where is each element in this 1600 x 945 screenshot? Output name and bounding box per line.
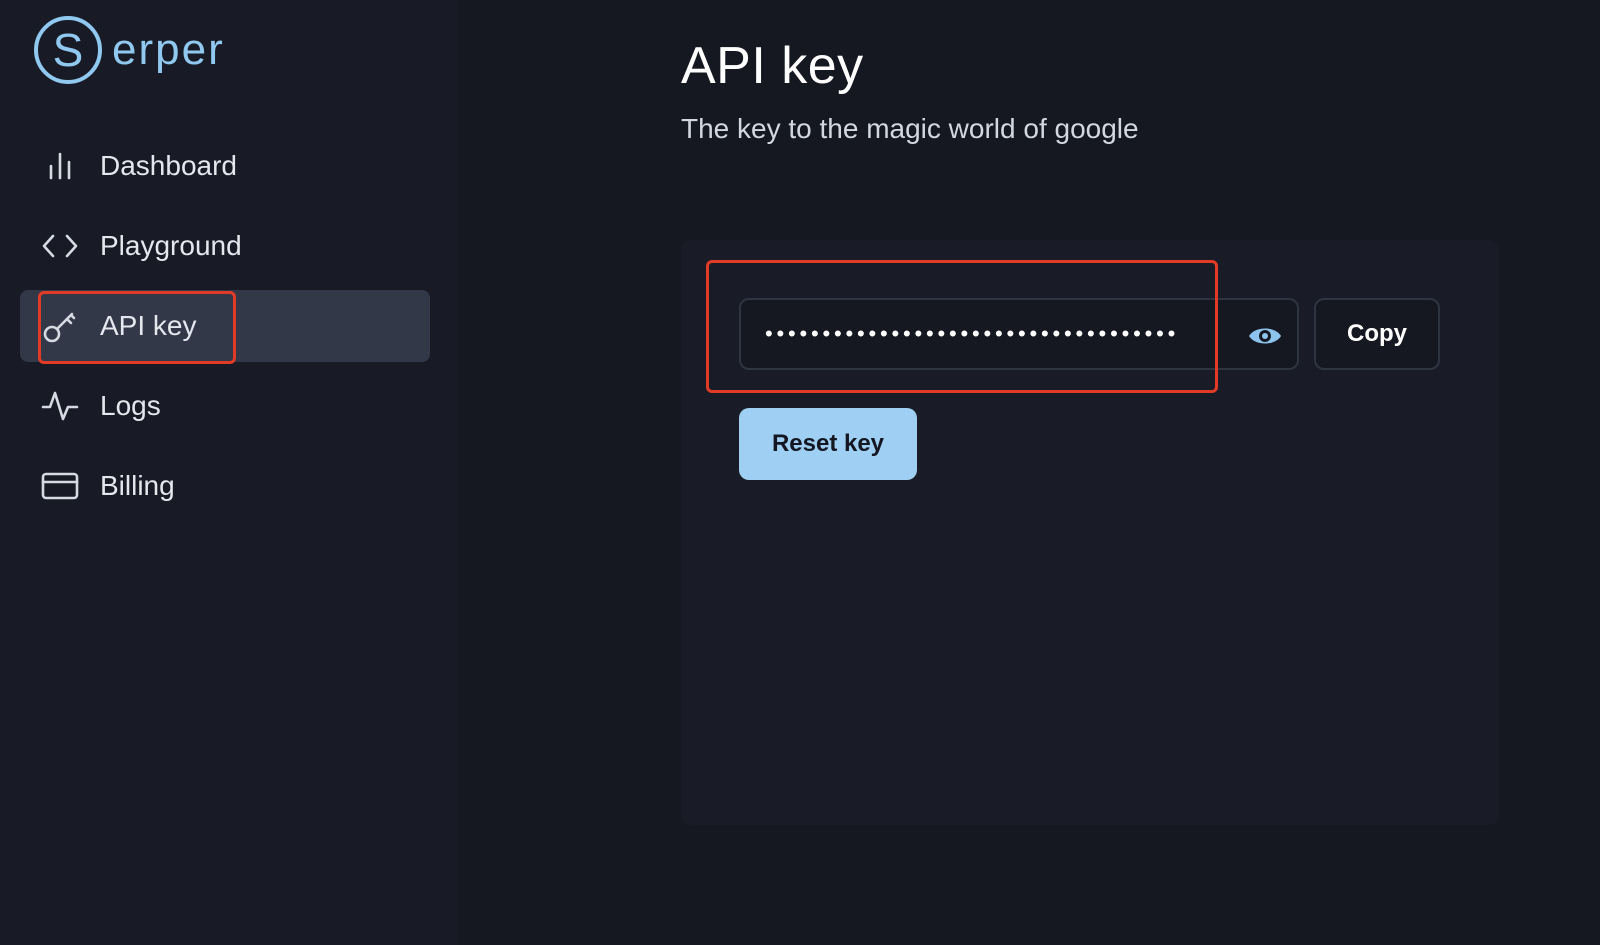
key-icon [40, 306, 80, 346]
main-content: API key The key to the magic world of go… [458, 0, 1600, 945]
sidebar-item-label: Playground [100, 230, 242, 261]
credit-card-icon [40, 466, 80, 506]
reset-key-button[interactable]: Reset key [739, 408, 917, 480]
sidebar-item-playground[interactable]: Playground [20, 210, 430, 282]
sidebar: S erper Dashboard Playground API key Log… [0, 0, 458, 945]
sidebar-item-label: Logs [100, 390, 161, 421]
activity-icon [40, 386, 80, 426]
code-icon [40, 226, 80, 266]
app-window: S erper Dashboard Playground API key Log… [0, 0, 1600, 945]
api-key-masked-value[interactable]: •••••••••••••••••••••••••••••••••••• [765, 323, 1225, 345]
sidebar-item-billing[interactable]: Billing [20, 450, 430, 522]
sidebar-item-label: Dashboard [100, 150, 237, 181]
page-subtitle: The key to the magic world of google [681, 113, 1139, 144]
bar-chart-icon [40, 146, 80, 186]
sidebar-item-api-key[interactable]: API key [20, 290, 430, 362]
api-key-card: •••••••••••••••••••••••••••••••••••• Cop… [681, 240, 1499, 825]
api-key-field[interactable]: •••••••••••••••••••••••••••••••••••• [739, 298, 1299, 370]
page-title: API key [681, 37, 864, 95]
sidebar-item-logs[interactable]: Logs [20, 370, 430, 442]
copy-button[interactable]: Copy [1314, 298, 1440, 370]
sidebar-item-dashboard[interactable]: Dashboard [20, 130, 430, 202]
sidebar-item-label: Billing [100, 470, 175, 501]
sidebar-nav: Dashboard Playground API key Logs Billin… [20, 130, 430, 530]
logo-mark: S [34, 16, 102, 84]
eye-icon[interactable] [1247, 318, 1283, 354]
sidebar-item-label: API key [100, 310, 197, 341]
logo-text: erper [112, 25, 225, 74]
logo[interactable]: S erper [34, 16, 225, 84]
